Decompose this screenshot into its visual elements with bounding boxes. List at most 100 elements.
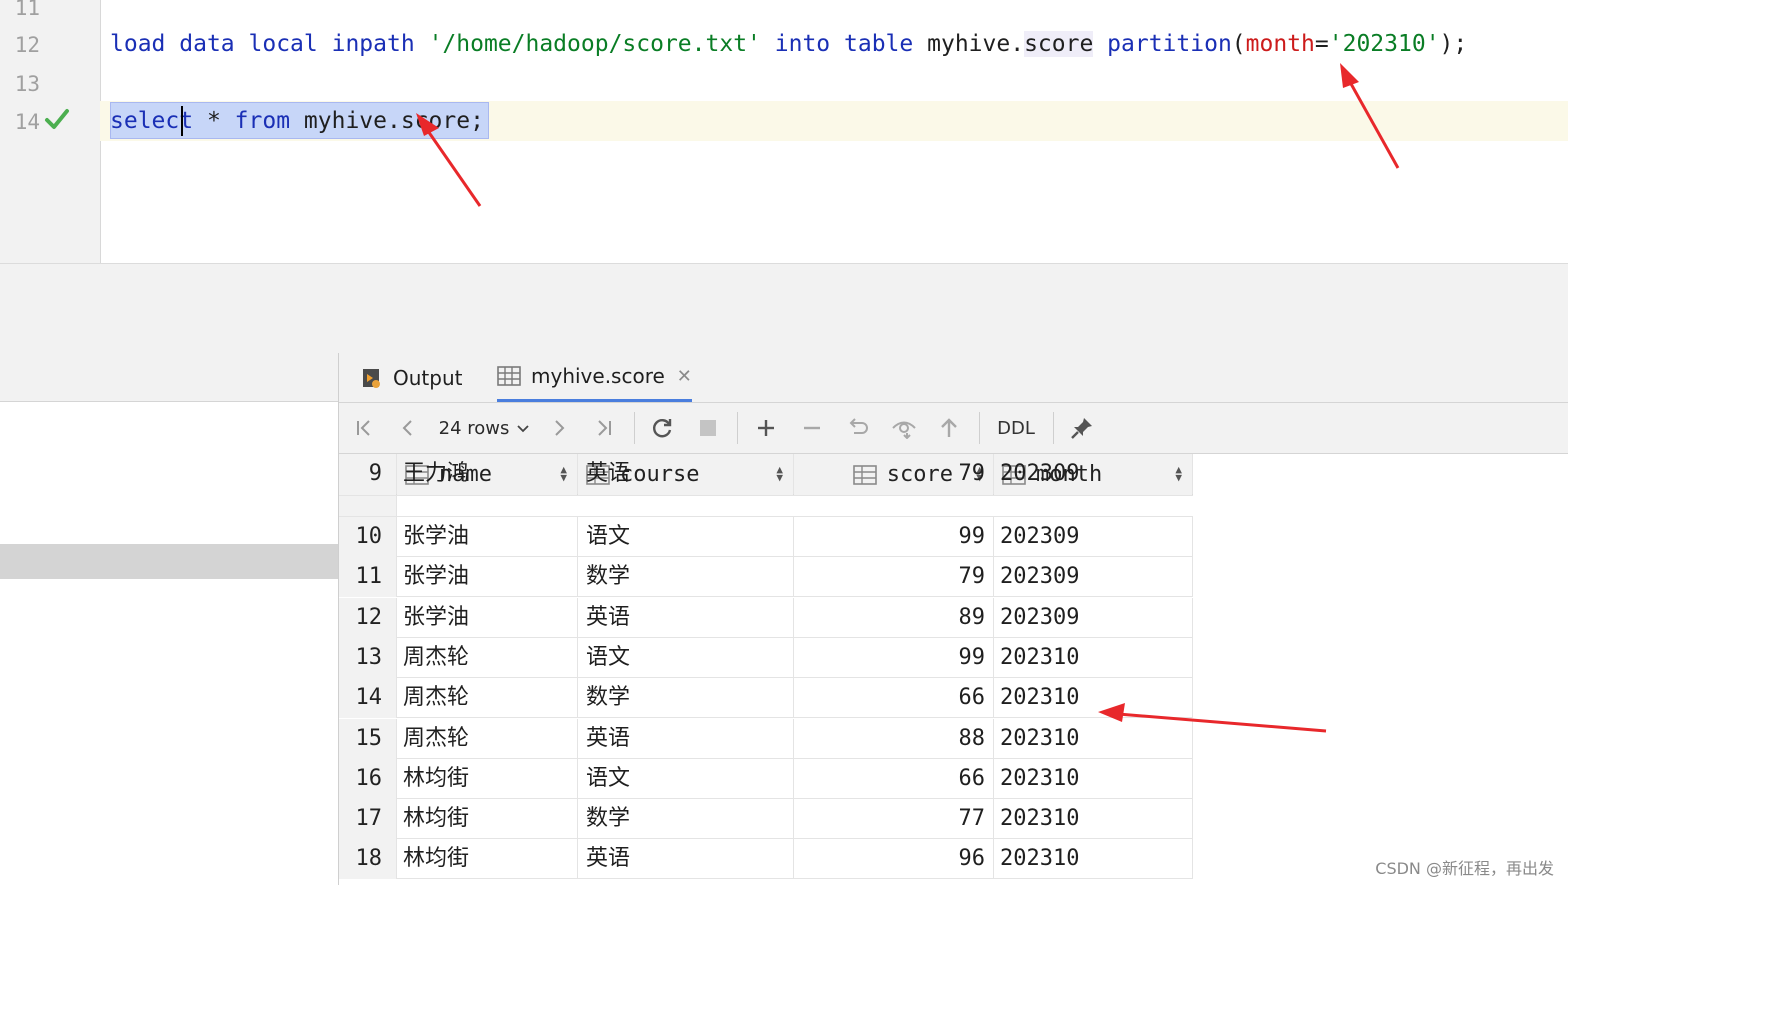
tab-output[interactable]: Output [361, 353, 462, 402]
last-page-icon[interactable] [589, 403, 619, 453]
cell-course[interactable]: 数学 [578, 557, 794, 598]
add-row-icon[interactable] [751, 403, 781, 453]
cell-score[interactable]: 89 [794, 597, 994, 638]
checkmark-icon [45, 109, 69, 129]
cell-name[interactable]: 王力鸿 [397, 454, 578, 494]
row-number: 15 [339, 718, 397, 759]
revert-icon[interactable] [843, 403, 873, 453]
table-name: score [1024, 31, 1094, 57]
cell-score[interactable]: 66 [794, 678, 994, 719]
cell-name[interactable]: 周杰轮 [397, 678, 578, 719]
submit-icon[interactable] [934, 403, 964, 453]
cell-course[interactable]: 英语 [578, 718, 794, 759]
cell-course[interactable]: 英语 [578, 839, 794, 880]
table-reference: myhive.score [303, 108, 471, 134]
preview-icon[interactable] [889, 403, 919, 453]
cell-month[interactable]: 202309 [994, 454, 1193, 494]
prev-page-icon[interactable] [393, 403, 423, 453]
cell-course[interactable]: 语文 [578, 517, 794, 557]
table-row[interactable]: 10 张学油 语文 99 202309 [339, 517, 1193, 557]
services-header [0, 306, 1568, 354]
table-row[interactable]: 11 张学油 数学 79 202309 [339, 557, 1193, 598]
first-page-icon[interactable] [349, 403, 379, 453]
row-number: 14 [339, 678, 397, 719]
cell-name[interactable]: 张学油 [397, 597, 578, 638]
keyword-partition: partition [1107, 31, 1232, 57]
keyword-load: load [110, 31, 166, 57]
row-number: 9 [339, 454, 397, 494]
cell-month[interactable]: 202309 [994, 557, 1193, 598]
table-row[interactable]: 13 周杰轮 语文 99 202310 [339, 637, 1193, 678]
stop-icon[interactable] [693, 403, 723, 453]
cell-name[interactable]: 林均街 [397, 799, 578, 840]
services-tree-header [0, 353, 338, 402]
tab-myhive-score-label: myhive.score [531, 364, 665, 388]
table-row[interactable]: 16 林均街 语文 66 202310 [339, 758, 1193, 799]
sql-editor[interactable]: 11 12 13 14 load data local inpath '/hom… [0, 0, 1568, 263]
output-icon [363, 368, 380, 388]
splitter-bar[interactable] [0, 263, 1568, 308]
cell-month[interactable]: 202310 [994, 799, 1193, 840]
result-grid[interactable]: name ▲ ▼ course ▲ ▼ score ▲ ▼ month ▲ ▼ 9 王力… [339, 454, 1193, 885]
cell-course[interactable]: 语文 [578, 637, 794, 678]
partial-row-clip [339, 496, 1193, 517]
close-icon[interactable]: ✕ [677, 366, 692, 387]
cell-month[interactable]: 202310 [994, 718, 1193, 759]
cell-score[interactable]: 99 [794, 517, 994, 557]
tab-myhive-score[interactable]: myhive.score ✕ [497, 353, 692, 402]
cell-course[interactable]: 数学 [578, 678, 794, 719]
cell-course[interactable]: 英语 [578, 454, 794, 494]
code-line-12[interactable]: load data local inpath '/home/hadoop/sco… [110, 29, 1467, 59]
cell-name[interactable]: 周杰轮 [397, 718, 578, 759]
cell-name[interactable]: 林均街 [397, 758, 578, 799]
partition-value: '202310' [1328, 31, 1440, 57]
line-gutter: 11 12 13 14 [0, 0, 101, 263]
rows-count: 24 rows [438, 417, 510, 439]
cell-course[interactable]: 语文 [578, 758, 794, 799]
table-row[interactable]: 12 张学油 英语 89 202309 [339, 597, 1193, 638]
next-page-icon[interactable] [544, 403, 574, 453]
cell-month[interactable]: 202310 [994, 839, 1193, 880]
cell-name[interactable]: 张学油 [397, 517, 578, 557]
cell-name[interactable]: 张学油 [397, 557, 578, 598]
cell-name[interactable]: 林均街 [397, 839, 578, 880]
table-row[interactable]: 14 周杰轮 数学 66 202310 [339, 678, 1193, 719]
cell-month[interactable]: 202309 [994, 597, 1193, 638]
cell-score[interactable]: 88 [794, 718, 994, 759]
code-line-14[interactable]: select * from myhive.score; [110, 106, 484, 136]
cell-score[interactable]: 79 [794, 454, 994, 494]
cell-score[interactable]: 66 [794, 758, 994, 799]
toolbar-separator [737, 412, 738, 444]
keyword-from: from [234, 108, 291, 134]
chevron-down-icon [517, 425, 530, 433]
result-tabs: Output myhive.score ✕ [339, 353, 1568, 403]
cell-score[interactable]: 77 [794, 799, 994, 840]
pin-icon[interactable] [1067, 403, 1097, 453]
cell-name[interactable]: 周杰轮 [397, 637, 578, 678]
cell-score[interactable]: 99 [794, 637, 994, 678]
line-number: 13 [14, 72, 40, 96]
toolbar-separator [634, 412, 635, 444]
ddl-button[interactable]: DDL [991, 403, 1041, 453]
remove-row-icon[interactable] [797, 403, 827, 453]
cell-month[interactable]: 202310 [994, 678, 1193, 719]
paren-open: ( [1231, 31, 1246, 57]
table-row[interactable]: 18 林均街 英语 96 202310 [339, 839, 1193, 880]
cell-course[interactable]: 数学 [578, 799, 794, 840]
table-row[interactable]: 17 林均街 数学 77 202310 [339, 799, 1193, 840]
cell-score[interactable]: 79 [794, 557, 994, 598]
watermark: CSDN @新征程，再出发 [1375, 859, 1554, 878]
refresh-icon[interactable] [647, 403, 677, 453]
table-row-partial[interactable]: 9 王力鸿 英语 79 202309 [339, 454, 1193, 496]
cell-course[interactable]: 英语 [578, 597, 794, 638]
equals-sign: = [1314, 31, 1329, 57]
statement-end: ); [1439, 31, 1468, 57]
tree-selected-row[interactable] [0, 544, 338, 579]
cell-month[interactable]: 202310 [994, 637, 1193, 678]
cell-month[interactable]: 202310 [994, 758, 1193, 799]
rows-dropdown[interactable]: 24 rows [437, 403, 533, 453]
cell-month[interactable]: 202309 [994, 517, 1193, 557]
cell-score[interactable]: 96 [794, 839, 994, 880]
toolbar-separator [979, 412, 980, 444]
table-row[interactable]: 15 周杰轮 英语 88 202310 [339, 718, 1193, 759]
